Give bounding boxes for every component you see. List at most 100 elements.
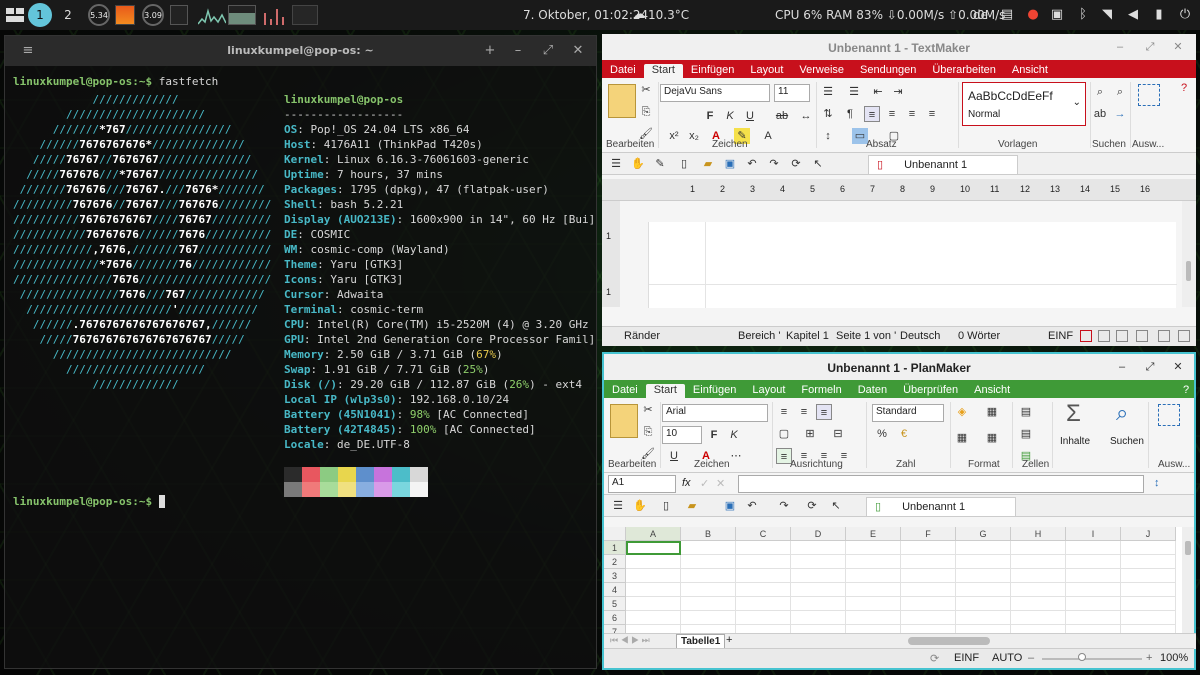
recalc-icon[interactable]: ⟳ xyxy=(930,652,939,665)
command-line-2[interactable]: linuxkumpel@pop-os:~$ xyxy=(13,494,166,509)
align-right-icon[interactable]: ≡ xyxy=(904,106,920,122)
view-layout-icon[interactable] xyxy=(1098,330,1110,342)
new-icon[interactable]: ▯ xyxy=(676,156,692,172)
new-tab-icon[interactable]: + xyxy=(481,42,499,60)
cell[interactable] xyxy=(846,541,901,555)
menu-einfügen[interactable]: Einfügen xyxy=(683,64,742,78)
cell[interactable] xyxy=(1011,541,1066,555)
style-gallery[interactable]: AaBbCcDdEeFf Normal ⌄ xyxy=(962,82,1086,126)
effects-icon[interactable]: ⋯ xyxy=(728,448,744,464)
cell[interactable] xyxy=(1121,597,1176,611)
textmaker-window[interactable]: Unbenannt 1 - TextMaker – ⤢ ✕ Datei Start… xyxy=(602,34,1196,346)
font-select[interactable]: DejaVu Sans xyxy=(660,84,770,102)
terminal-window[interactable]: ≡ linuxkumpel@pop-os: ~ + – ⤢ ✕ linuxkum… xyxy=(4,35,597,669)
underline-icon[interactable]: U xyxy=(742,108,758,124)
column-header[interactable]: B xyxy=(681,527,736,541)
cell[interactable] xyxy=(736,569,791,583)
disk-graph-icon[interactable] xyxy=(262,0,288,30)
maximize-icon[interactable]: ⤢ xyxy=(1142,39,1158,55)
menu-einfügen[interactable]: Einfügen xyxy=(685,384,744,398)
conditional-format-icon[interactable]: ▦ xyxy=(984,404,1000,420)
font-size-select[interactable]: 10 xyxy=(662,426,702,444)
workspace-1[interactable]: 1 xyxy=(28,3,52,27)
load-gauge-1[interactable]: 5.34 xyxy=(88,4,110,26)
new-icon[interactable]: ▯ xyxy=(658,498,674,514)
cell[interactable] xyxy=(1066,611,1121,625)
volume-icon[interactable]: ◀ xyxy=(1126,0,1140,30)
cell[interactable] xyxy=(736,541,791,555)
numbering-icon[interactable]: ☰ xyxy=(846,84,862,100)
status-insert[interactable]: EINF xyxy=(954,652,979,664)
close-icon[interactable]: ✕ xyxy=(1170,39,1186,55)
cell[interactable] xyxy=(626,611,681,625)
bullets-icon[interactable]: ☰ xyxy=(820,84,836,100)
row-header[interactable]: 4 xyxy=(604,583,626,597)
indent-icon[interactable]: ⇥ xyxy=(890,84,906,100)
sheet-tab[interactable]: Tabelle1 xyxy=(676,634,726,649)
vertical-scrollbar[interactable] xyxy=(1182,527,1194,633)
menu-daten[interactable]: Daten xyxy=(850,384,895,398)
view-normal-icon[interactable] xyxy=(1080,330,1092,342)
align-left-icon[interactable]: ≡ xyxy=(864,106,880,122)
cell[interactable] xyxy=(791,569,846,583)
status-auto[interactable]: AUTO xyxy=(992,652,1022,664)
merge-icon[interactable]: ⊞ xyxy=(802,426,818,442)
underline-icon[interactable]: U xyxy=(666,448,682,464)
refresh-icon[interactable]: ⟳ xyxy=(804,498,820,514)
clipboard-icon[interactable]: ▤ xyxy=(1000,0,1014,30)
pointer-icon[interactable]: ↖ xyxy=(810,156,826,172)
cell-style-icon[interactable]: ▦ xyxy=(954,430,970,446)
column-header[interactable]: A xyxy=(626,527,681,541)
search-replace-icon[interactable]: ⌕ xyxy=(1112,84,1128,100)
cell[interactable] xyxy=(681,597,736,611)
open-icon[interactable]: ▰ xyxy=(700,156,716,172)
cell[interactable] xyxy=(626,597,681,611)
chevron-down-icon[interactable]: ⌄ xyxy=(1073,97,1081,108)
row-header[interactable]: 3 xyxy=(604,569,626,583)
cell[interactable] xyxy=(791,611,846,625)
menu-formeln[interactable]: Formeln xyxy=(793,384,849,398)
battery-icon[interactable]: ▮ xyxy=(1152,0,1166,30)
cell[interactable] xyxy=(1121,569,1176,583)
maximize-icon[interactable]: ⤢ xyxy=(539,42,557,60)
italic-icon[interactable]: K xyxy=(726,427,742,443)
copy-icon[interactable]: ⎘ xyxy=(640,424,656,440)
cell[interactable] xyxy=(901,583,956,597)
maximize-icon[interactable]: ⤢ xyxy=(1142,359,1158,375)
paste-icon[interactable] xyxy=(608,84,636,118)
menu-start[interactable]: Start xyxy=(645,384,685,398)
superscript-icon[interactable]: x² xyxy=(666,128,682,144)
document-tab[interactable]: ▯ Unbenannt 1 xyxy=(866,497,1016,516)
table-style-icon[interactable]: ▦ xyxy=(984,430,1000,446)
menu-ansicht[interactable]: Ansicht xyxy=(966,384,1018,398)
status-page[interactable]: Seite 1 von ' xyxy=(836,330,896,342)
line-spacing-icon[interactable]: ↕ xyxy=(820,128,836,144)
status-section[interactable]: Bereich ' xyxy=(738,330,780,342)
save-icon[interactable]: ▣ xyxy=(722,498,738,514)
cell[interactable] xyxy=(736,597,791,611)
percent-icon[interactable]: % xyxy=(874,426,890,442)
cell[interactable] xyxy=(846,583,901,597)
edit-icon[interactable]: ✎ xyxy=(652,156,668,172)
cell[interactable] xyxy=(956,569,1011,583)
view-outline-icon[interactable] xyxy=(1116,330,1128,342)
cell[interactable] xyxy=(791,541,846,555)
cell[interactable] xyxy=(846,555,901,569)
cell[interactable] xyxy=(681,541,736,555)
menu-überprüfen[interactable]: Überprüfen xyxy=(895,384,966,398)
cell[interactable] xyxy=(956,597,1011,611)
cell[interactable] xyxy=(736,611,791,625)
minimize-icon[interactable]: – xyxy=(509,42,527,60)
effects-icon[interactable]: A xyxy=(760,128,776,144)
menu-verweise[interactable]: Verweise xyxy=(791,64,852,78)
cell[interactable] xyxy=(1011,611,1066,625)
bold-icon[interactable]: F xyxy=(702,108,718,124)
cell[interactable] xyxy=(956,555,1011,569)
load-gauge-2[interactable]: 3.09 xyxy=(142,4,164,26)
column-header[interactable]: D xyxy=(791,527,846,541)
cell[interactable] xyxy=(1121,541,1176,555)
clock[interactable]: 7. Oktober, 01:02:24 xyxy=(523,0,648,30)
cell[interactable] xyxy=(1011,569,1066,583)
power-icon[interactable]: ⏻ xyxy=(1178,0,1192,30)
refresh-icon[interactable]: ⟳ xyxy=(788,156,804,172)
